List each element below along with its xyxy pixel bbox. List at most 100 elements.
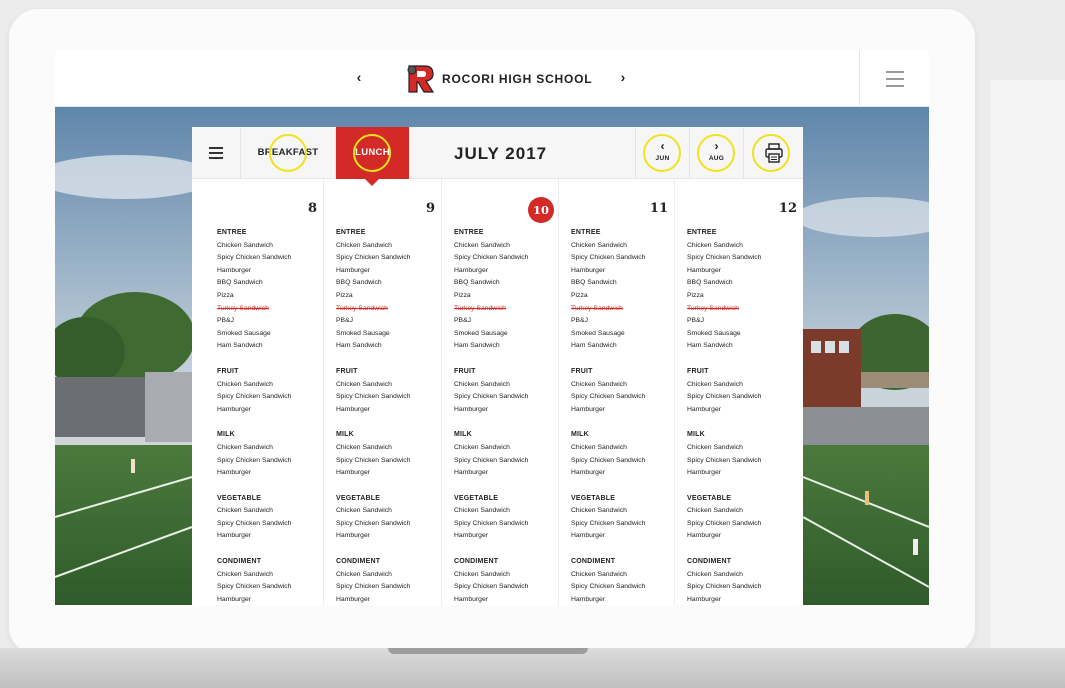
background-panel (990, 80, 1065, 656)
menu-item: Spicy Chicken Sandwich (217, 583, 292, 591)
next-month-button[interactable]: › AUG (689, 127, 743, 179)
menu-item: Spicy Chicken Sandwich (571, 583, 646, 591)
tab-breakfast[interactable]: BREAKFAST (241, 127, 336, 179)
menu-item: Spicy Chicken Sandwich (571, 393, 646, 401)
menu-section: ENTREE Chicken Sandwich Spicy Chicken Sand… (217, 227, 323, 353)
menu-item: Spicy Chicken Sandwich (571, 519, 646, 527)
menu-item: Spicy Chicken Sandwich (687, 583, 762, 591)
print-button[interactable] (743, 127, 803, 179)
screen: ‹ ROCORI HIGH SCHOOL › BREAKFAST LUNCH J… (55, 51, 929, 605)
menu-section-title: MILK (336, 431, 354, 439)
menu-item: Chicken Sandwich (217, 507, 273, 515)
tab-lunch[interactable]: LUNCH (336, 127, 409, 186)
menu-item: Chicken Sandwich (687, 380, 743, 388)
menu-item: BBQ Sandwich (336, 279, 382, 287)
menu-item-unavailable: Turkey Sandwich (571, 304, 623, 312)
menu-item: Chicken Sandwich (687, 507, 743, 515)
prev-month-button[interactable]: ‹ JUN (635, 127, 689, 179)
menu-section: CONDIMENT Chicken Sandwich Spicy Chicken S… (571, 556, 674, 605)
menu-item: Smoked Sausage (687, 329, 741, 337)
month-title: JULY 2017 (454, 144, 548, 163)
menu-item: Hamburger (687, 405, 721, 413)
calendar-toolbar: BREAKFAST LUNCH JULY 2017 ‹ JUN › AUG (192, 127, 803, 186)
menu-item: Ham Sandwich (687, 342, 733, 350)
menu-item: Spicy Chicken Sandwich (454, 583, 529, 591)
menu-section: FRUIT Chicken Sandwich Spicy Chicken Sandw… (454, 366, 558, 416)
menu-section: FRUIT Chicken Sandwich Spicy Chicken Sandw… (336, 366, 441, 416)
today-date-badge: 10 (528, 197, 554, 223)
menu-item: Chicken Sandwich (217, 443, 273, 451)
menu-item: Hamburger (571, 595, 605, 603)
menu-item: Hamburger (454, 595, 488, 603)
menu-section-title: MILK (217, 431, 235, 439)
menu-section: ENTREE Chicken Sandwich Spicy Chicken Sand… (336, 227, 441, 353)
menu-item: BBQ Sandwich (454, 279, 500, 287)
menu-item: Hamburger (336, 266, 370, 274)
day-columns: 8 ENTREE Chicken Sandwich Spicy Chicken San… (192, 179, 803, 605)
menu-section: CONDIMENT Chicken Sandwich Spicy Chicken S… (336, 556, 441, 605)
menu-section-title: ENTREE (454, 229, 484, 236)
menu-item: Spicy Chicken Sandwich (336, 393, 411, 401)
menu-item: Chicken Sandwich (454, 570, 510, 578)
menu-item: Spicy Chicken Sandwich (454, 519, 529, 527)
menu-section-title: FRUIT (687, 367, 709, 375)
menu-item: Spicy Chicken Sandwich (336, 456, 411, 464)
menu-item: Chicken Sandwich (454, 443, 510, 451)
menu-section: ENTREE Chicken Sandwich Spicy Chicken Sand… (571, 227, 674, 353)
menu-section: CONDIMENT Chicken Sandwich Spicy Chicken S… (687, 556, 799, 605)
next-month-label: AUG (708, 155, 725, 162)
day-number: 8 (307, 201, 317, 216)
day-column: 11 ENTREE Chicken Sandwich Spicy Chicken Sa… (558, 179, 674, 605)
prev-month-label: JUN (655, 155, 670, 162)
menu-item: Spicy Chicken Sandwich (571, 254, 646, 262)
menu-item: Spicy Chicken Sandwich (687, 456, 762, 464)
menu-item: Smoked Sausage (336, 329, 390, 337)
hamburger-icon[interactable] (859, 51, 929, 107)
menu-item: Pizza (217, 291, 234, 299)
menu-item: Chicken Sandwich (687, 443, 743, 451)
menu-item: Spicy Chicken Sandwich (454, 456, 529, 464)
menu-item: PB&J (687, 317, 704, 325)
menu-icon[interactable] (192, 127, 241, 179)
school-name: ROCORI HIGH SCHOOL (442, 72, 593, 86)
menu-item: Spicy Chicken Sandwich (687, 393, 762, 401)
menu-section-title: MILK (687, 431, 705, 439)
day-number: 11 (649, 201, 668, 216)
menu-section: VEGETABLE Chicken Sandwich Spicy Chicken S… (454, 493, 558, 543)
menu-item: Hamburger (217, 266, 251, 274)
next-school-arrow[interactable]: › (613, 69, 633, 85)
menu-section: CONDIMENT Chicken Sandwich Spicy Chicken S… (454, 556, 558, 605)
menu-section: ENTREE Chicken Sandwich Spicy Chicken Sand… (454, 227, 558, 353)
day-menu: ENTREE Chicken Sandwich Spicy Chicken Sand… (687, 227, 799, 605)
menu-item: Smoked Sausage (217, 329, 271, 337)
menu-item: Chicken Sandwich (454, 380, 510, 388)
menu-section-title: ENTREE (571, 229, 601, 236)
chevron-left-icon: ‹ (660, 139, 665, 153)
menu-item: BBQ Sandwich (217, 279, 263, 287)
prev-school-arrow[interactable]: ‹ (349, 69, 369, 85)
menu-item: Chicken Sandwich (336, 241, 392, 249)
menu-section-title: CONDIMENT (217, 558, 262, 566)
menu-section-title: FRUIT (571, 367, 593, 375)
menu-section: FRUIT Chicken Sandwich Spicy Chicken Sandw… (217, 366, 323, 416)
menu-section: MILK Chicken Sandwich Spicy Chicken Sandwi… (687, 429, 799, 479)
menu-item: Spicy Chicken Sandwich (217, 456, 292, 464)
menu-section-title: ENTREE (336, 229, 366, 236)
menu-item: Spicy Chicken Sandwich (571, 456, 646, 464)
menu-item-unavailable: Turkey Sandwich (454, 304, 506, 312)
menu-item: PB&J (454, 317, 471, 325)
menu-section-title: MILK (454, 431, 472, 439)
menu-item: BBQ Sandwich (687, 279, 733, 287)
menu-item: Pizza (454, 291, 471, 299)
menu-item: Hamburger (571, 532, 605, 540)
menu-section-title: CONDIMENT (687, 558, 732, 566)
menu-item: Hamburger (336, 469, 370, 477)
menu-item: PB&J (571, 317, 588, 325)
menu-item: Hamburger (571, 469, 605, 477)
menu-section: MILK Chicken Sandwich Spicy Chicken Sandwi… (571, 429, 674, 479)
menu-item: Chicken Sandwich (454, 241, 510, 249)
menu-item: Spicy Chicken Sandwich (336, 519, 411, 527)
menu-item: Chicken Sandwich (336, 570, 392, 578)
menu-section: VEGETABLE Chicken Sandwich Spicy Chicken S… (217, 493, 323, 543)
menu-section-title: VEGETABLE (687, 494, 732, 502)
